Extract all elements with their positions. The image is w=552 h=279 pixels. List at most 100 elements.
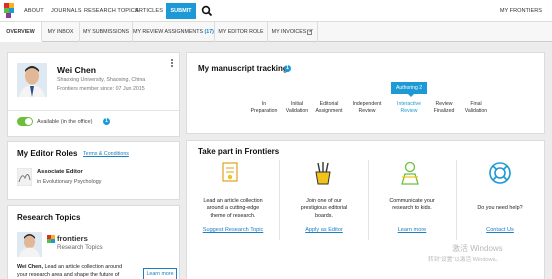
profile-card: Wei Chen Shaoxing University, Shaoxing, … (7, 52, 180, 137)
step-editorial-assignment[interactable]: Editorial Assignment (313, 101, 345, 115)
take-part-line-2: prestigious editorial (300, 205, 348, 212)
profile-affiliation: Shaoxing University, Shaoxing, China (57, 77, 146, 83)
tab-my-invoices[interactable]: MY INVOICES (268, 22, 318, 42)
tab-my-editor-role[interactable]: MY EDITOR ROLE (215, 22, 268, 42)
take-part-line-1: Lead an article collection (203, 198, 263, 204)
tracking-title: My manuscript tracking (198, 64, 288, 73)
research-topics-card: Research Topics frontiers Research Topic… (7, 205, 180, 279)
step-independent-review[interactable]: Independent Review (350, 101, 384, 115)
learn-more-kids-link[interactable]: Learn more (366, 227, 458, 233)
step-line-1: Independent (352, 101, 382, 107)
step-line-1: Editorial (319, 101, 339, 107)
submit-button[interactable]: SUBMIT (166, 3, 196, 19)
profile-name: Wei Chen (57, 65, 96, 75)
take-part-line-3: boards. (315, 212, 333, 219)
member-since: Frontiers member since: 07 Jun 2015 (57, 86, 145, 92)
contact-us-link[interactable]: Contact Us (454, 227, 546, 233)
take-part-line-2: research to kids. (392, 205, 432, 212)
frontiers-small-logo (47, 235, 55, 243)
frontiers-logo[interactable] (4, 3, 18, 18)
step-in-preparation[interactable]: In Preparation (248, 101, 280, 115)
step-line-2: Finalized (433, 108, 455, 114)
authoring-badge[interactable]: Authoring 2 (391, 82, 427, 94)
step-interactive-review[interactable]: Interactive Review (393, 101, 425, 115)
research-topics-pitch: Wei Chen, Lead an article collection aro… (17, 263, 122, 279)
take-part-line-1: Communicate your (389, 198, 435, 204)
editor-role-title: Associate Editor (37, 169, 83, 175)
tab-my-review-assignments[interactable]: MY REVIEW ASSIGNMENTS (17) (133, 22, 215, 42)
step-review-finalized[interactable]: Review Finalized (428, 101, 460, 115)
pitch-name: Wei Chen, (17, 264, 43, 270)
my-frontiers-menu[interactable]: MY FRONTIERS (500, 8, 542, 14)
research-topic-icon (222, 162, 238, 182)
availability-status: Available (in the office) (37, 119, 93, 125)
take-part-line-3: theme of research. (210, 212, 256, 219)
windows-activation-watermark: 激活 Windows (452, 244, 503, 253)
user-avatar-small (17, 232, 42, 257)
step-line-1: Final (470, 101, 482, 107)
lifebuoy-icon (489, 162, 511, 184)
take-part-title: Take part in Frontiers (198, 147, 280, 156)
pitch-line-1: Lead an article collection around (44, 264, 123, 270)
take-part-text-help: Do you need help? (454, 205, 546, 212)
take-part-line-2: around a cutting-edge (206, 205, 260, 212)
info-icon[interactable]: 1 (103, 118, 110, 125)
tab-overview[interactable]: OVERVIEW (0, 22, 42, 42)
tab-label: MY INBOX (47, 29, 74, 35)
nav-articles[interactable]: ARTICLES (135, 8, 163, 14)
step-line-1: Review (435, 101, 453, 107)
tab-label: MY REVIEW ASSIGNMENTS (133, 29, 204, 35)
info-icon[interactable]: 1 (284, 65, 291, 72)
more-options-icon[interactable] (170, 58, 174, 68)
tab-my-submissions[interactable]: MY SUBMISSIONS (80, 22, 133, 42)
tab-label: MY EDITOR ROLE (218, 29, 264, 35)
dashboard-tabs: OVERVIEW MY INBOX MY SUBMISSIONS MY REVI… (0, 22, 552, 42)
learn-more-button[interactable]: Learn more (143, 268, 177, 279)
step-initial-validation[interactable]: Initial Validation (281, 101, 313, 115)
step-line-2: Assignment (315, 108, 343, 114)
tab-label: OVERVIEW (6, 29, 35, 35)
authoring-badge-label: Authoring 2 (395, 85, 423, 91)
nav-about[interactable]: ABOUT (24, 8, 44, 14)
review-count-badge: (17) (204, 29, 214, 35)
apply-as-editor-link[interactable]: Apply as Editor (278, 227, 370, 233)
tab-label: MY SUBMISSIONS (82, 29, 130, 35)
step-line-1: Initial (290, 101, 304, 107)
take-part-line-1: Do you need help? (477, 205, 523, 211)
top-navigation-bar: ABOUT JOURNALS RESEARCH TOPICS ARTICLES … (0, 0, 552, 22)
nav-research-topics[interactable]: RESEARCH TOPICS (84, 8, 139, 14)
step-line-1: In (261, 101, 267, 107)
availability-toggle[interactable] (17, 117, 33, 126)
external-link-icon (307, 28, 314, 35)
kids-icon (401, 161, 419, 185)
journal-thumbnail (17, 168, 32, 186)
avatar (17, 63, 47, 97)
frontiers-brand: frontiers (57, 234, 88, 243)
windows-activation-watermark-sub: 转到"设置"以激活 Windows。 (428, 257, 501, 263)
pitch-line-2: your research area and shape the future … (17, 272, 120, 278)
take-part-text-research-topic: Lead an article collection around a cutti… (187, 198, 279, 220)
step-line-2: Validation (464, 108, 488, 114)
take-part-line-1: Join one of our (306, 198, 342, 204)
step-final-validation[interactable]: Final Validation (460, 101, 492, 115)
pencil-cup-icon (315, 162, 331, 185)
research-topics-title: Research Topics (17, 213, 81, 222)
search-icon[interactable] (201, 5, 213, 17)
frontiers-brand-sub: Research Topics (57, 244, 103, 251)
step-line-2: Review (358, 108, 376, 114)
manuscript-tracking-card: My manuscript tracking 1 Authoring 2 (186, 52, 545, 134)
editor-role-journal: in Evolutionary Psychology (37, 179, 102, 185)
tab-my-inbox[interactable]: MY INBOX (42, 22, 80, 42)
nav-journals[interactable]: JOURNALS (51, 8, 82, 14)
editor-roles-title: My Editor Roles (17, 149, 78, 158)
terms-link[interactable]: Terms & Conditions (83, 151, 129, 157)
step-line-2: Review (400, 108, 418, 114)
step-line-2: Preparation (250, 108, 278, 114)
step-line-2: Validation (285, 108, 309, 114)
suggest-research-topic-link[interactable]: Suggest Research Topic (187, 227, 279, 233)
take-part-text-editor: Join one of our prestigious editorial boar… (278, 198, 370, 220)
editor-roles-card: My Editor Roles Terms & Conditions Assoc… (7, 141, 180, 200)
take-part-text-kids: Communicate your research to kids. (366, 198, 458, 213)
step-line-1: Interactive (397, 101, 421, 107)
tab-label: MY INVOICES (271, 29, 307, 35)
